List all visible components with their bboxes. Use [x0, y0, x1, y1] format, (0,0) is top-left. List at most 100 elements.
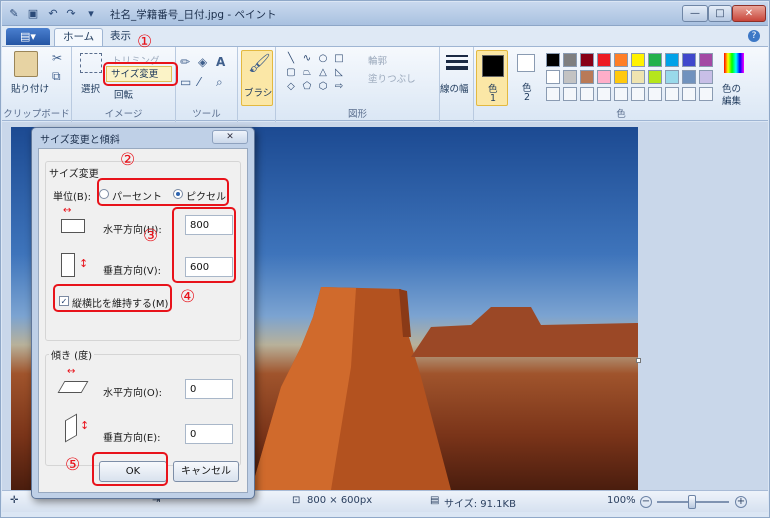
palette-swatch[interactable]	[563, 53, 577, 67]
rounded-rect-shape-icon[interactable]: ▢	[284, 67, 298, 79]
palette-swatch[interactable]	[597, 70, 611, 84]
rotate-button[interactable]: 回転	[114, 87, 133, 101]
palette-swatch-empty[interactable]	[648, 87, 662, 101]
canvas-resize-handle-right[interactable]	[636, 358, 641, 363]
edit-colors-icon[interactable]	[724, 53, 744, 73]
size-button[interactable]: 線の幅	[440, 81, 469, 95]
triangle-shape-icon[interactable]: △	[316, 67, 330, 79]
paste-button[interactable]: 貼り付け	[11, 81, 49, 95]
vertical-arrow-icon: ↕	[79, 257, 89, 270]
palette-swatch[interactable]	[580, 53, 594, 67]
select-button[interactable]: 選択	[81, 81, 100, 95]
dialog-close-button[interactable]: ✕	[212, 130, 248, 144]
size-line-medium-icon[interactable]	[446, 60, 468, 63]
close-button[interactable]: ✕	[732, 5, 766, 22]
eraser-icon[interactable]: ▭	[180, 75, 191, 89]
outline-button[interactable]: 輪郭	[368, 53, 387, 67]
line-shape-icon[interactable]: ╲	[284, 53, 298, 65]
fill-icon[interactable]: ◈	[198, 55, 207, 69]
tab-home[interactable]: ホーム	[54, 28, 104, 46]
undo-icon[interactable]: ↶	[46, 7, 60, 21]
right-triangle-shape-icon[interactable]: ◺	[332, 67, 346, 79]
copy-icon[interactable]: ⧉	[52, 69, 61, 84]
app-menu-button[interactable]: ▤▾	[6, 28, 50, 45]
vertical-label: 垂直方向(V):	[103, 266, 162, 277]
disk-icon: ▤	[430, 495, 440, 506]
polygon-shape-icon[interactable]: ⏢	[300, 67, 314, 79]
palette-swatch-empty[interactable]	[631, 87, 645, 101]
rectangle-shape-icon[interactable]: □	[332, 53, 346, 65]
oval-shape-icon[interactable]: ○	[316, 53, 330, 65]
palette-swatch-empty[interactable]	[597, 87, 611, 101]
palette-swatch[interactable]	[597, 53, 611, 67]
save-icon[interactable]: ▣	[26, 7, 40, 21]
palette-swatch[interactable]	[665, 70, 679, 84]
palette-swatch[interactable]	[665, 53, 679, 67]
palette-swatch[interactable]	[614, 70, 628, 84]
minimize-button[interactable]: —	[682, 5, 708, 22]
arrow-shape-icon[interactable]: ⇨	[332, 81, 346, 93]
palette-swatch-empty[interactable]	[563, 87, 577, 101]
zoom-slider-thumb[interactable]	[688, 495, 696, 509]
zoom-in-button[interactable]: +	[735, 496, 747, 508]
palette-swatch-empty[interactable]	[682, 87, 696, 101]
highlight-resize	[103, 62, 178, 86]
select-icon[interactable]	[80, 53, 102, 73]
skew-vertical-input[interactable]	[185, 424, 233, 444]
brush-button[interactable]: 🖌 ブラシ	[241, 50, 273, 106]
hexagon-shape-icon[interactable]: ⬡	[316, 81, 330, 93]
cut-icon[interactable]: ✂	[52, 51, 62, 65]
size-line-thick-icon[interactable]	[446, 66, 468, 70]
diamond-shape-icon[interactable]: ◇	[284, 81, 298, 93]
skew-horizontal-arrow-icon: ↔	[67, 366, 76, 377]
cancel-button[interactable]: キャンセル	[173, 461, 239, 482]
palette-swatch[interactable]	[699, 70, 713, 84]
palette-swatch[interactable]	[631, 70, 645, 84]
palette-swatch[interactable]	[614, 53, 628, 67]
fill-button[interactable]: 塗りつぶし	[368, 71, 416, 85]
pentagon-shape-icon[interactable]: ⬠	[300, 81, 314, 93]
palette-swatch-empty[interactable]	[665, 87, 679, 101]
palette-swatch[interactable]	[546, 70, 560, 84]
palette-swatch[interactable]	[682, 70, 696, 84]
palette-swatch[interactable]	[546, 53, 560, 67]
size-line-thin-icon[interactable]	[446, 55, 468, 57]
palette-swatch-empty[interactable]	[580, 87, 594, 101]
step-number-2: ②	[120, 150, 136, 170]
tab-view[interactable]: 表示	[102, 28, 139, 46]
color-picker-icon[interactable]: ⁄	[198, 75, 200, 89]
palette-swatch[interactable]	[699, 53, 713, 67]
quick-access-dropdown-icon[interactable]: ▾	[84, 7, 98, 21]
help-icon[interactable]: ?	[748, 30, 760, 42]
unit-label: 単位(B):	[53, 192, 92, 203]
brush-label: ブラシ	[244, 88, 273, 99]
palette-swatch-empty[interactable]	[699, 87, 713, 101]
curve-shape-icon[interactable]: ∿	[300, 53, 314, 65]
skew-horizontal-input[interactable]	[185, 379, 233, 399]
palette-swatch[interactable]	[682, 53, 696, 67]
paint-app-icon[interactable]: ✎	[7, 7, 21, 21]
shapes-group: ╲ ∿ ○ □ ▢ ⏢ △ ◺ ◇ ⬠ ⬡ ⇨ 輪郭 塗りつぶし 図形	[276, 47, 440, 122]
palette-swatch-empty[interactable]	[614, 87, 628, 101]
palette-swatch[interactable]	[563, 70, 577, 84]
color2-button[interactable]: 色 2	[512, 50, 542, 106]
color1-button[interactable]: 色 1	[476, 50, 508, 106]
edit-colors-label-b[interactable]: 編集	[722, 93, 741, 107]
palette-swatch[interactable]	[631, 53, 645, 67]
palette-swatch[interactable]	[648, 53, 662, 67]
maximize-button[interactable]: □	[708, 5, 732, 22]
palette-swatch[interactable]	[580, 70, 594, 84]
step-number-1: ①	[137, 32, 153, 52]
paste-icon[interactable]	[14, 51, 38, 77]
palette-swatch-empty[interactable]	[546, 87, 560, 101]
zoom-out-button[interactable]: −	[640, 496, 652, 508]
redo-icon[interactable]: ↷	[64, 7, 78, 21]
magnifier-icon[interactable]: ⌕	[216, 75, 223, 90]
pencil-icon[interactable]: ✏	[180, 55, 190, 69]
step-number-4: ④	[180, 287, 196, 307]
shapes-group-label: 図形	[347, 109, 367, 120]
palette-swatch[interactable]	[648, 70, 662, 84]
text-icon[interactable]: A	[216, 55, 225, 69]
colors-group-label: 色	[616, 109, 626, 120]
title-bar: ✎ ▣ ↶ ↷ ▾ 社名_学籍番号_日付.jpg - ペイント — □ ✕	[2, 2, 768, 26]
